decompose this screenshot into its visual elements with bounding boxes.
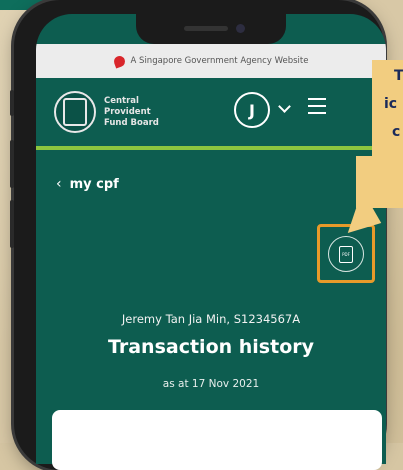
gov-banner: A Singapore Government Agency Website [36, 44, 386, 78]
cpf-logo-shield [63, 98, 87, 126]
volume-up-button [10, 140, 14, 188]
breadcrumb[interactable]: ‹ my cpf [56, 176, 119, 192]
volume-down-button [10, 200, 14, 248]
accent-divider [36, 146, 386, 150]
chevron-down-icon[interactable] [278, 100, 291, 113]
transaction-card[interactable] [52, 410, 382, 470]
app-header: Central Provident Fund Board J [36, 78, 386, 146]
org-name-line3: Fund Board [104, 117, 159, 128]
callout-text-line2: ic [384, 96, 398, 112]
highlight-box [317, 224, 375, 283]
org-name: Central Provident Fund Board [104, 96, 164, 129]
hamburger-menu-icon[interactable] [308, 98, 326, 119]
org-name-line2: Provident [104, 106, 151, 117]
breadcrumb-label: my cpf [69, 176, 119, 192]
notch [136, 14, 286, 44]
gov-banner-text: A Singapore Government Agency Website [130, 56, 309, 66]
callout-text-line3: c [392, 124, 401, 140]
lion-head-icon [111, 53, 127, 69]
member-name-id: Jeremy Tan Jia Min, S1234567A [121, 312, 301, 326]
as-at-date: as at 17 Nov 2021 [162, 378, 260, 390]
org-name-line1: Central [104, 95, 139, 106]
mute-switch [10, 90, 14, 116]
speaker-grille [184, 26, 228, 31]
chevron-left-icon: ‹ [56, 176, 62, 192]
page-title: Transaction history [107, 336, 314, 358]
camera-icon [236, 24, 245, 33]
cpf-logo-icon[interactable] [54, 91, 96, 133]
callout-text-line1: T [394, 68, 403, 84]
avatar[interactable]: J [234, 92, 270, 128]
